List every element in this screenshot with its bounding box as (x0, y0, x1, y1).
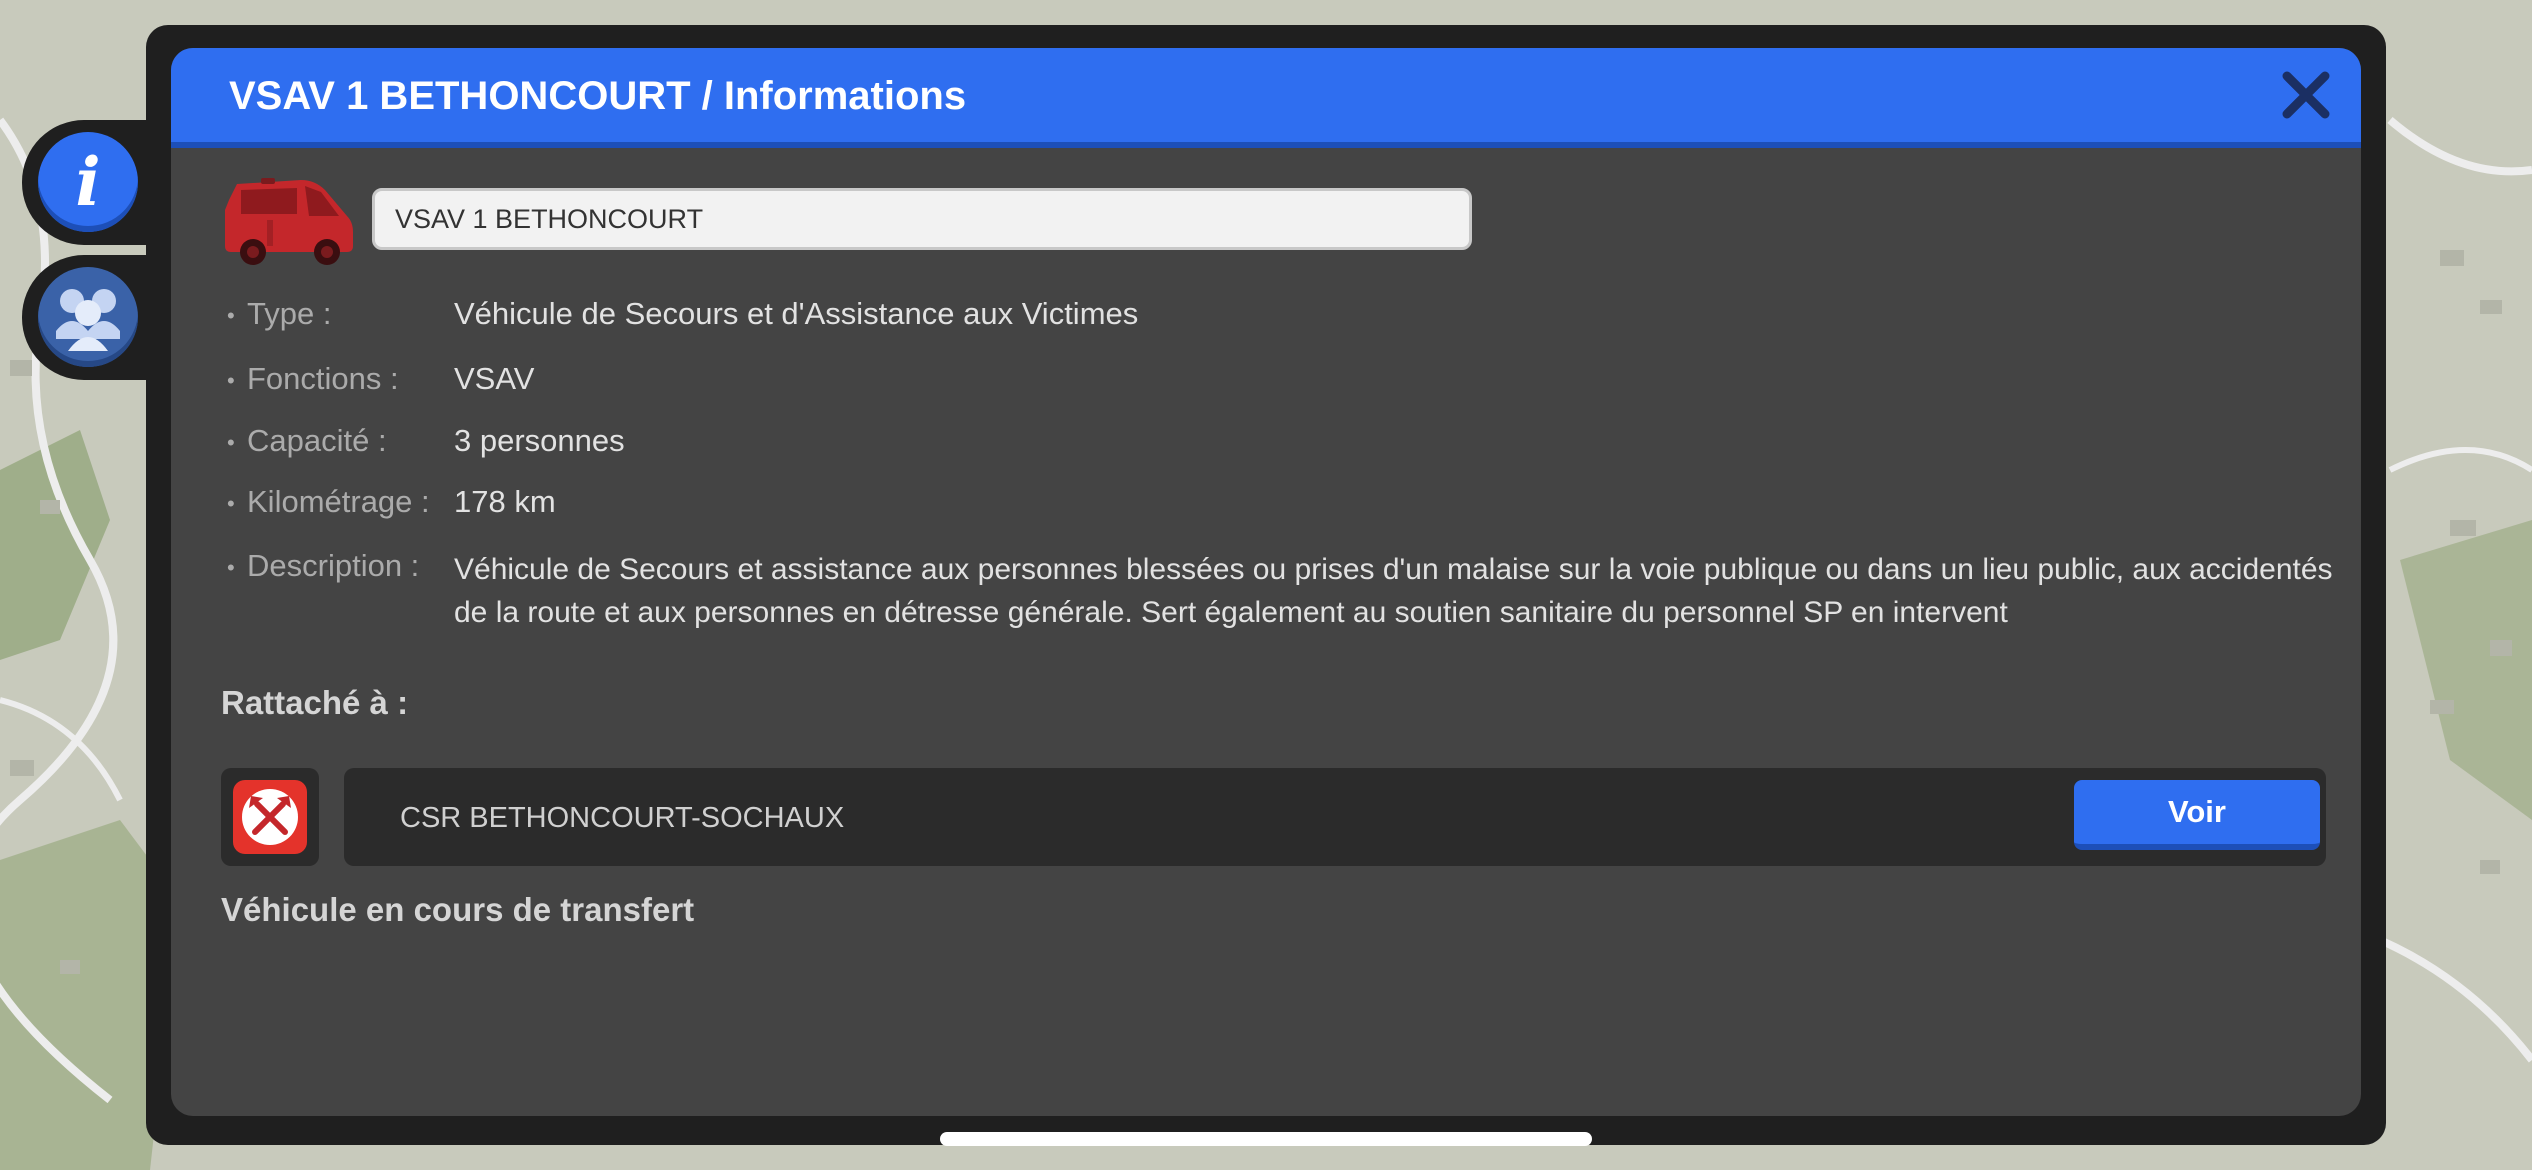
description-label-row: • Description : (227, 548, 420, 583)
info-icon: i (75, 143, 101, 221)
station-name: CSR BETHONCOURT-SOCHAUX (400, 802, 845, 834)
personnel-tab[interactable] (22, 255, 172, 380)
panel-header: VSAV 1 BETHONCOURT / Informations (171, 48, 2361, 148)
transfer-status: Véhicule en cours de transfert (221, 891, 695, 928)
type-label-row: • Type : (227, 296, 332, 331)
personnel-tab-button[interactable] (38, 267, 138, 367)
fire-station-axes-icon (233, 780, 307, 854)
mileage-label-row: • Kilométrage : (227, 484, 430, 519)
info-tab[interactable]: i (22, 120, 172, 245)
functions-label: Fonctions : (247, 361, 399, 396)
mileage-value: 178 km (454, 484, 556, 519)
type-label: Type : (247, 296, 332, 331)
attached-station-row: CSR BETHONCOURT-SOCHAUX Voir (344, 768, 2326, 866)
type-value: Véhicule de Secours et d'Assistance aux … (454, 296, 1139, 331)
description-label: Description : (247, 548, 420, 583)
vehicle-info-panel: VSAV 1 BETHONCOURT / Informations •Type … (171, 48, 2361, 1116)
info-tab-button[interactable]: i (38, 132, 138, 232)
capacity-label-row: • Capacité : (227, 423, 387, 458)
functions-value: VSAV (454, 361, 535, 396)
attached-label: Rattaché à : (221, 684, 409, 721)
vehicle-name-field[interactable] (372, 188, 1472, 250)
capacity-label: Capacité : (247, 423, 387, 458)
page-title: VSAV 1 BETHONCOURT / Informations (229, 74, 967, 118)
station-icon-box (221, 768, 319, 866)
view-station-button[interactable]: Voir (2074, 780, 2320, 850)
close-icon[interactable] (2279, 68, 2333, 122)
home-indicator[interactable] (940, 1132, 1592, 1146)
description-value: Véhicule de Secours et assistance aux pe… (454, 553, 2333, 629)
mileage-label: Kilométrage : (247, 484, 430, 519)
team-icon (56, 289, 120, 351)
capacity-value: 3 personnes (454, 423, 625, 458)
ambulance-van-icon (225, 178, 353, 265)
functions-label-row: • Fonctions : (227, 361, 399, 396)
